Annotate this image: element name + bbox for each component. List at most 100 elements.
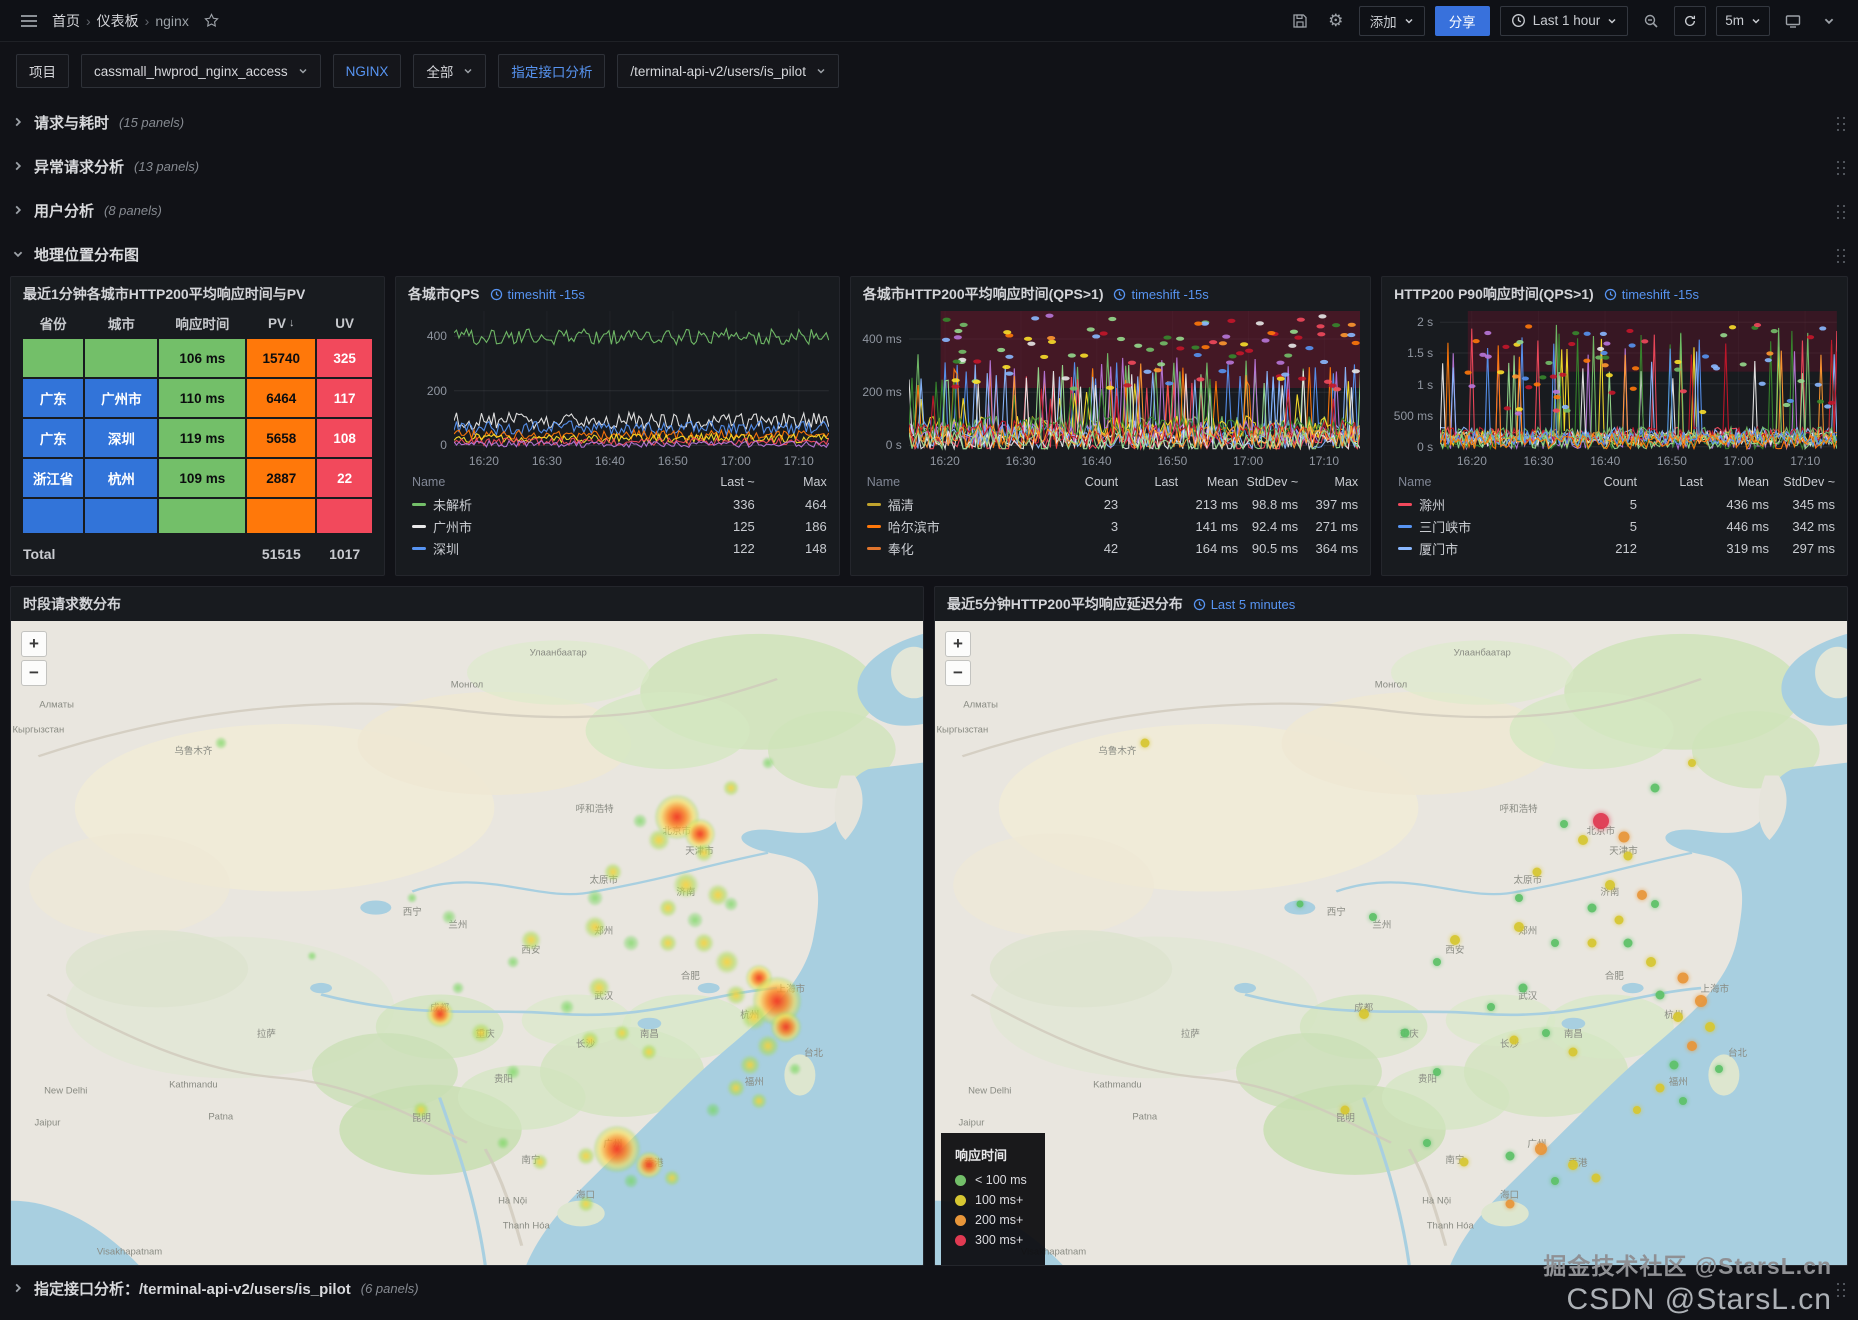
legend-column-header[interactable]: Mean bbox=[1703, 475, 1769, 489]
latency-marker bbox=[1587, 938, 1597, 948]
kiosk-mode-icon[interactable] bbox=[1780, 7, 1806, 35]
column-header-province[interactable]: 省份 bbox=[23, 313, 83, 333]
map-zoom-in-button[interactable]: + bbox=[945, 631, 971, 657]
latency-distribution-map[interactable]: + − 响应时间 < 100 ms 100 ms+ 200 ms+ 300 ms+ У… bbox=[935, 621, 1847, 1265]
settings-gear-icon[interactable]: ⚙ bbox=[1323, 7, 1349, 35]
x-tick-label: 17:10 bbox=[783, 454, 814, 468]
y-tick-label: 0 s bbox=[885, 438, 902, 453]
legend-column-header[interactable]: StdDev ~ bbox=[1769, 475, 1835, 489]
map-zoom-out-button[interactable]: − bbox=[945, 660, 971, 686]
legend-row: 福清 23 213 ms 98.8 ms 397 ms bbox=[866, 493, 1358, 515]
legend-column-header[interactable]: Name bbox=[1398, 475, 1571, 489]
timeshift-link[interactable]: timeshift -15s bbox=[1604, 287, 1699, 302]
legend-header-row: Name Count Last Mean StdDev ~ Max bbox=[867, 471, 1358, 493]
zoom-out-icon[interactable] bbox=[1638, 7, 1664, 35]
table-cell: 广州市 bbox=[85, 379, 158, 417]
last-5-minutes-link[interactable]: Last 5 minutes bbox=[1193, 597, 1295, 612]
legend-column-header[interactable]: Max bbox=[1298, 475, 1359, 489]
panel-title[interactable]: 时段请求数分布 bbox=[23, 594, 121, 614]
nginx-datasource-button[interactable]: NGINX bbox=[332, 54, 402, 88]
timeshift-link[interactable]: timeshift -15s bbox=[1113, 287, 1209, 302]
series-name[interactable]: 滁州 bbox=[1398, 495, 1571, 514]
series-name[interactable]: 厦门市 bbox=[1398, 539, 1571, 558]
panel-title[interactable]: 最近1分钟各城市HTTP200平均响应时间与PV bbox=[23, 284, 305, 304]
row-header-api-analysis[interactable]: 指定接口分析：/terminal-api-v2/users/is_pilot (… bbox=[0, 1266, 1858, 1310]
legend-column-header[interactable]: Last bbox=[1118, 475, 1179, 489]
series-color-swatch bbox=[411, 524, 426, 528]
breadcrumb-current[interactable]: nginx bbox=[155, 13, 188, 29]
refresh-button[interactable] bbox=[1674, 5, 1707, 36]
column-header-response-time[interactable]: 响应时间 bbox=[159, 313, 245, 333]
map-zoom-in-button[interactable]: + bbox=[21, 631, 47, 657]
series-name[interactable]: 三门峡市 bbox=[1398, 517, 1571, 536]
table-cell: 广东 bbox=[23, 379, 84, 417]
row-drag-handle[interactable] bbox=[1834, 113, 1846, 131]
series-name[interactable]: 哈尔滨市 bbox=[866, 517, 1058, 536]
refresh-interval-select[interactable]: 5m bbox=[1716, 5, 1770, 36]
series-name[interactable]: 未解析 bbox=[411, 495, 683, 514]
series-value: 213 ms bbox=[1195, 496, 1239, 512]
latency-marker bbox=[1542, 1029, 1551, 1038]
clock-icon bbox=[1193, 598, 1205, 610]
qps-chart[interactable] bbox=[454, 311, 829, 451]
legend-column-header[interactable]: StdDev ~ bbox=[1238, 475, 1298, 489]
row-header-request-logs[interactable]: 请求日志明细 (1 panel) bbox=[0, 1310, 1858, 1320]
row-header-user-analysis[interactable]: 用户分析 (8 panels) bbox=[0, 188, 1858, 232]
datasource-select[interactable]: cassmall_hwprod_nginx_access bbox=[81, 54, 321, 88]
legend-column-header[interactable]: Max bbox=[755, 475, 827, 489]
latency-marker bbox=[1368, 913, 1377, 922]
row-drag-handle[interactable] bbox=[1834, 157, 1846, 175]
legend-column-header[interactable]: Last bbox=[1637, 475, 1703, 489]
latency-marker bbox=[1568, 1047, 1578, 1057]
api-analysis-button[interactable]: 指定接口分析 bbox=[498, 54, 606, 88]
column-header-pv[interactable]: PV ↓ bbox=[247, 313, 315, 333]
table-cell: 119 ms bbox=[159, 419, 246, 457]
legend-column-header[interactable]: Count bbox=[1571, 475, 1637, 489]
row-drag-handle[interactable] bbox=[1834, 245, 1846, 263]
panel-title[interactable]: 各城市QPS bbox=[408, 284, 480, 304]
series-value: 92.4 ms bbox=[1251, 518, 1299, 534]
p90-chart[interactable] bbox=[1440, 311, 1837, 451]
map-zoom-out-button[interactable]: − bbox=[21, 660, 47, 686]
datasource-value: cassmall_hwprod_nginx_access bbox=[94, 63, 288, 79]
series-color-swatch bbox=[866, 524, 881, 528]
series-name[interactable]: 奉化 bbox=[866, 539, 1058, 558]
timeshift-link[interactable]: timeshift -15s bbox=[490, 287, 585, 302]
row-drag-handle[interactable] bbox=[1834, 1279, 1846, 1297]
row-header-geo-distribution[interactable]: 地理位置分布图 bbox=[0, 232, 1858, 276]
share-button[interactable]: 分享 bbox=[1434, 5, 1490, 36]
api-path-value: /terminal-api-v2/users/is_pilot bbox=[630, 63, 806, 79]
latency-marker bbox=[1340, 1105, 1350, 1115]
chevron-right-icon bbox=[12, 160, 24, 172]
series-name[interactable]: 广州市 bbox=[411, 517, 683, 536]
star-icon[interactable] bbox=[199, 7, 225, 35]
breadcrumb-home[interactable]: 首页 bbox=[52, 11, 80, 31]
api-path-select[interactable]: /terminal-api-v2/users/is_pilot bbox=[617, 54, 839, 88]
panel-title[interactable]: 最近5分钟HTTP200平均响应延迟分布 bbox=[947, 594, 1183, 614]
response-time-chart[interactable] bbox=[909, 311, 1361, 451]
x-axis-labels: 16:20 16:30 16:40 16:50 17:00 17:10 bbox=[454, 451, 829, 471]
legend-column-header[interactable]: Mean bbox=[1178, 475, 1238, 489]
legend-column-header[interactable]: Last ~ bbox=[683, 475, 754, 489]
legend-column-header[interactable]: Count bbox=[1058, 475, 1118, 489]
panel-title[interactable]: 各城市HTTP200平均响应时间(QPS>1) bbox=[863, 284, 1104, 304]
row-header-requests-latency[interactable]: 请求与耗时 (15 panels) bbox=[0, 100, 1858, 144]
menu-toggle-icon[interactable] bbox=[16, 7, 42, 35]
column-header-uv[interactable]: UV bbox=[317, 313, 372, 333]
legend-column-header[interactable]: Name bbox=[867, 475, 1058, 489]
scope-select[interactable]: 全部 bbox=[413, 54, 487, 88]
time-range-picker[interactable]: Last 1 hour bbox=[1499, 5, 1629, 36]
panel-title[interactable]: HTTP200 P90响应时间(QPS>1) bbox=[1394, 284, 1594, 304]
column-header-city[interactable]: 城市 bbox=[85, 313, 157, 333]
add-button[interactable]: 添加 bbox=[1358, 5, 1425, 36]
series-name[interactable]: 福清 bbox=[866, 495, 1058, 514]
row-header-error-analysis[interactable]: 异常请求分析 (13 panels) bbox=[0, 144, 1858, 188]
legend-column-header[interactable]: Name bbox=[412, 475, 683, 489]
breadcrumb-dashboards[interactable]: 仪表板 bbox=[97, 11, 139, 31]
save-icon[interactable] bbox=[1287, 7, 1313, 35]
row-drag-handle[interactable] bbox=[1834, 201, 1846, 219]
series-name[interactable]: 深圳 bbox=[411, 539, 683, 558]
panel-response-time: 各城市HTTP200平均响应时间(QPS>1) timeshift -15s 4… bbox=[849, 276, 1372, 576]
request-distribution-map[interactable]: + − Улаанбаатар Монгол Кыргызстан Алматы 乌鲁木… bbox=[11, 621, 923, 1265]
collapse-navbar-icon[interactable] bbox=[1816, 7, 1842, 35]
